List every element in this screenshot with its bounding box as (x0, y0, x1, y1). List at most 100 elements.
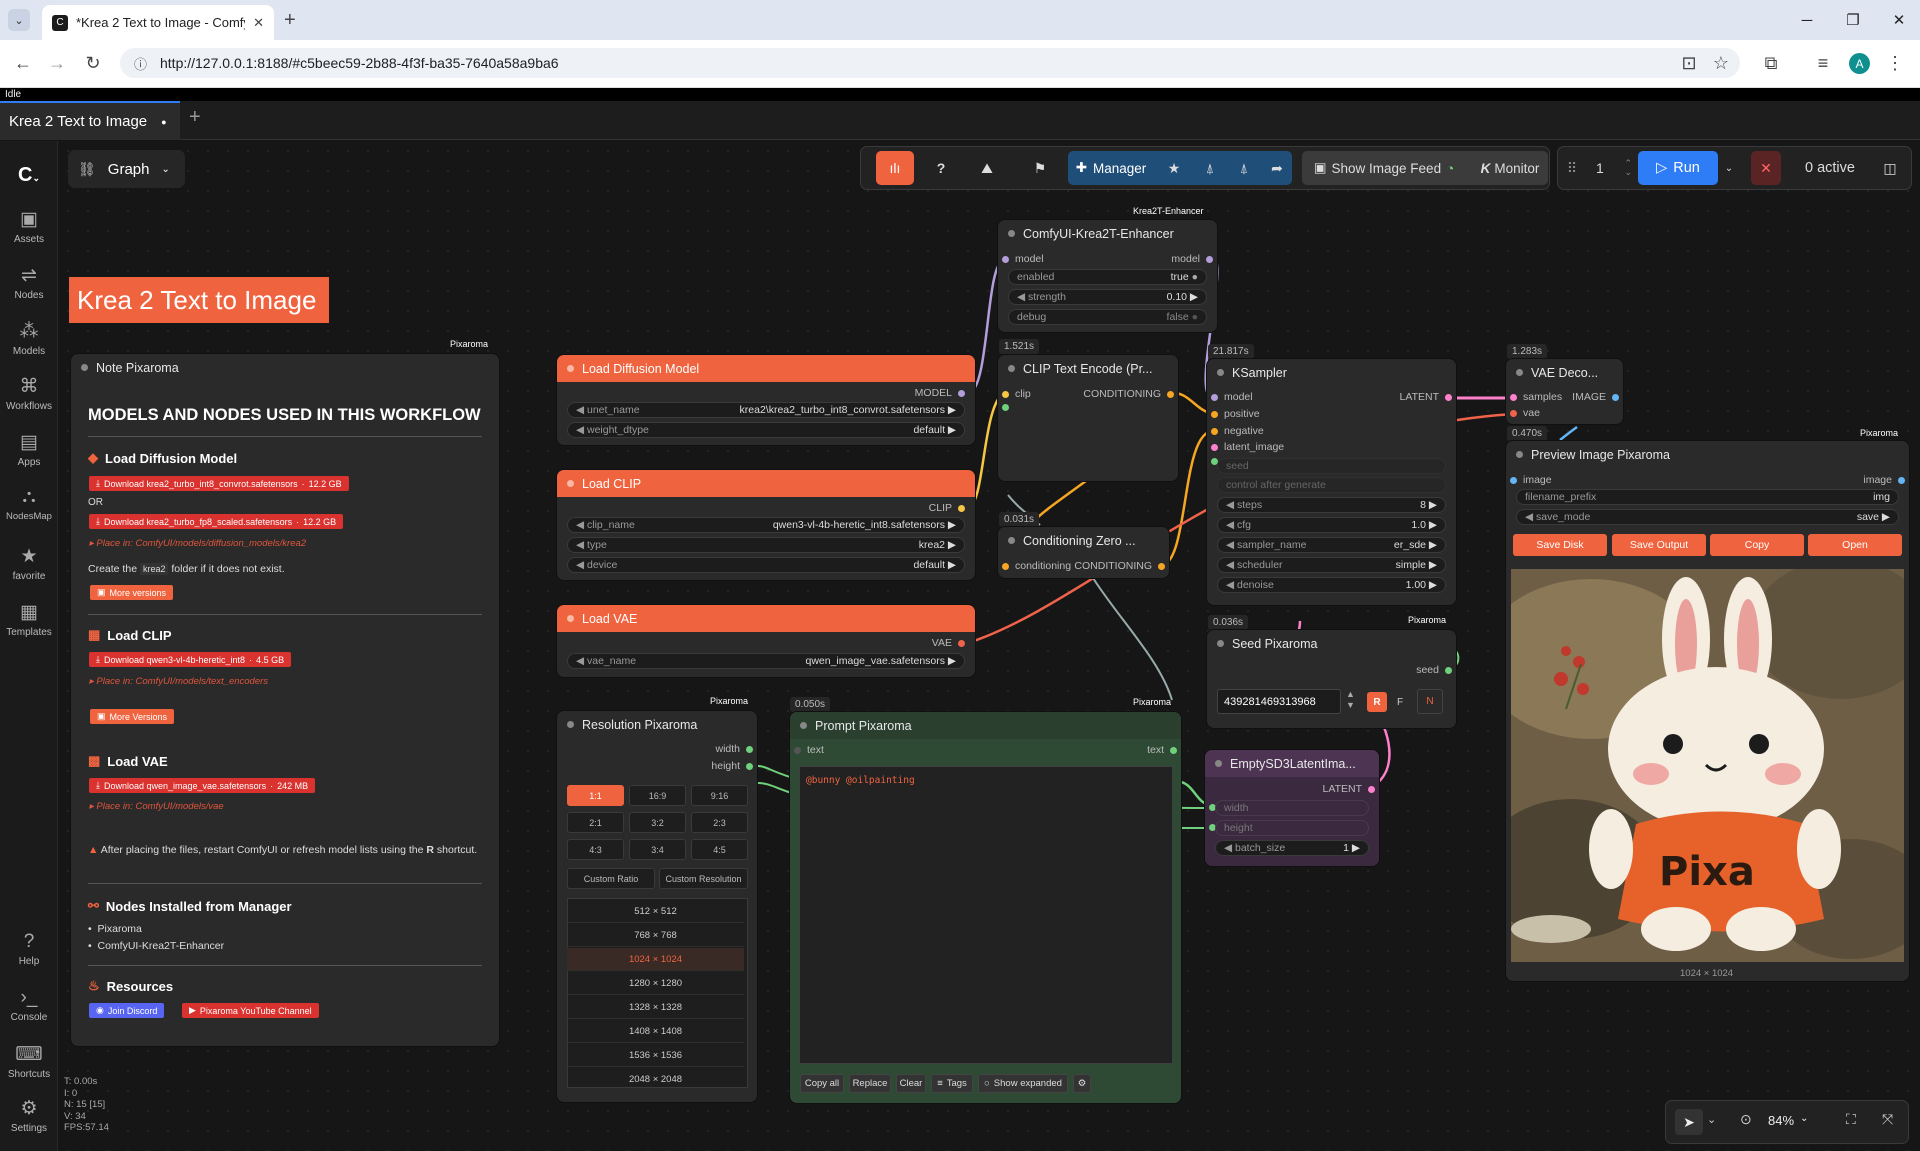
collapse-dot[interactable] (567, 615, 574, 622)
ratio-9-16-button[interactable]: 9:16 (691, 785, 748, 806)
collapse-dot[interactable] (1215, 760, 1222, 767)
slot-dot[interactable] (1510, 476, 1517, 484)
output-model[interactable]: MODEL (915, 387, 965, 399)
node-title[interactable]: Prompt Pixaroma (790, 712, 1181, 739)
drag-handle-icon[interactable]: ⠿ (1564, 151, 1580, 185)
slot-dot[interactable] (1445, 393, 1452, 401)
slot-dot[interactable] (1002, 255, 1009, 263)
output-vae[interactable]: VAE (932, 637, 965, 649)
sampler-name-select[interactable]: ◀ sampler_name er_sde ▶ (1217, 537, 1446, 553)
node-title[interactable]: Preview Image Pixaroma (1506, 441, 1909, 468)
slot-dot[interactable] (1002, 390, 1009, 398)
clip-text-encode-node[interactable]: CLIP Text Encode (Pr... clip CONDITIONIN… (998, 355, 1178, 481)
hide-links-icon[interactable]: ⤧ (1882, 1111, 1893, 1128)
output-image[interactable]: IMAGE (1572, 391, 1619, 403)
input-positive[interactable]: positive (1211, 408, 1260, 420)
vae-name-select[interactable]: ◀ vae_name qwen_image_vae.safetensors ▶ (567, 653, 965, 669)
collapse-dot[interactable] (1008, 230, 1015, 237)
output-height[interactable]: height (711, 760, 753, 772)
generated-image[interactable]: Pixa (1511, 569, 1904, 962)
input-negative[interactable]: negative (1211, 425, 1264, 437)
collapse-dot[interactable] (1516, 451, 1523, 458)
slot-dot[interactable] (1206, 255, 1213, 263)
output-conditioning[interactable]: CONDITIONING (1074, 560, 1165, 572)
select-tool-icon[interactable]: ➤ (1675, 1109, 1703, 1135)
slot-dot[interactable] (1368, 785, 1375, 793)
debug-toggle[interactable]: debug false ● (1008, 309, 1207, 325)
collapse-dot[interactable] (1008, 365, 1015, 372)
ratio-4-5-button[interactable]: 4:5 (691, 839, 748, 860)
output-seed[interactable]: seed (1416, 664, 1452, 676)
output-latent[interactable]: LATENT (1400, 391, 1452, 403)
slot-dot[interactable] (746, 762, 753, 770)
node-title[interactable]: KSampler (1207, 359, 1456, 386)
logo-icon[interactable]: ⛰ (968, 151, 1006, 185)
slot-dot[interactable] (958, 504, 965, 512)
download-krea2-fp8-link[interactable]: ⤓ Download krea2_turbo_fp8_scaled.safeten… (89, 514, 344, 529)
load-clip-node[interactable]: Load CLIP CLIP ◀ clip_name qwen3-vl-4b-he… (557, 470, 975, 580)
download-qwen3-link[interactable]: ⤓ Download qwen3-vl-4b-heretic_int8 · 4.5 G… (89, 652, 292, 667)
ratio-3-4-button[interactable]: 3:4 (629, 839, 686, 860)
slot-dot[interactable] (1510, 393, 1517, 401)
strength-number[interactable]: ◀ strength 0.10 ▶ (1008, 289, 1207, 305)
slot-dot[interactable] (958, 639, 965, 647)
input-conditioning[interactable]: conditioning (1002, 560, 1071, 572)
input-vae[interactable]: vae (1510, 407, 1540, 419)
ratio-2-1-button[interactable]: 2:1 (567, 812, 624, 833)
node-title[interactable]: Load Diffusion Model (557, 355, 975, 382)
batch-count-input[interactable]: 1 ⌃ ⌄ (1586, 151, 1636, 185)
gear-icon[interactable]: ⚙ (1073, 1074, 1091, 1093)
custom-resolution-button[interactable]: Custom Resolution (659, 868, 748, 889)
help-button-icon[interactable]: ? (925, 151, 957, 185)
model-a-icon[interactable]: ⍋ (1196, 151, 1224, 185)
resolution-option[interactable]: 1408 × 1408 (567, 1020, 744, 1043)
ratio-2-3-button[interactable]: 2:3 (691, 812, 748, 833)
seed-stepper-icon[interactable]: ▲ ▼ (1346, 689, 1355, 711)
run-options-chevron-icon[interactable]: ⌄ (1720, 151, 1738, 185)
unet-name-select[interactable]: ◀ unet_name krea2\krea2_turbo_int8_convro… (567, 402, 965, 418)
ksampler-node[interactable]: KSampler model positive negative latent_… (1207, 359, 1456, 605)
collapse-dot[interactable] (1217, 369, 1224, 376)
resolution-option-selected[interactable]: 1024 × 1024 (567, 948, 744, 971)
seed-value-input[interactable]: 439281469313968 (1217, 689, 1341, 714)
prompt-pixaroma-node[interactable]: Prompt Pixaroma text text @bunny @oilpai… (790, 712, 1181, 1103)
resolution-pixaroma-node[interactable]: Resolution Pixaroma width height 1:1 16:… (557, 711, 757, 1102)
output-latent[interactable]: LATENT (1323, 783, 1375, 795)
run-button[interactable]: ▷ Run (1638, 151, 1718, 185)
output-clip[interactable]: CLIP (929, 502, 965, 514)
slot-dot[interactable] (746, 745, 753, 753)
ratio-16-9-button[interactable]: 16:9 (629, 785, 686, 806)
collapse-dot[interactable] (1008, 537, 1015, 544)
slot-dot[interactable] (1211, 443, 1218, 451)
slot-dot[interactable] (1170, 746, 1177, 754)
more-versions-button-2[interactable]: ▣ More Versions (90, 709, 175, 724)
note-node-title[interactable]: Note Pixaroma (71, 354, 499, 381)
open-button[interactable]: Open (1808, 534, 1902, 556)
clear-button[interactable]: Clear (896, 1074, 926, 1093)
collapse-dot[interactable] (1217, 640, 1224, 647)
minimap-icon[interactable]: ⛶ (1846, 1111, 1856, 1128)
replace-button[interactable]: Replace (849, 1074, 891, 1093)
slot-dot[interactable] (1002, 404, 1009, 411)
fit-view-icon[interactable]: ⊙ (1740, 1111, 1752, 1128)
ratio-3-2-button[interactable]: 3:2 (629, 812, 686, 833)
input-text[interactable] (1002, 404, 1009, 411)
active-queue-button[interactable]: 0 active (1792, 151, 1868, 185)
slot-dot[interactable] (1158, 562, 1165, 570)
load-diffusion-model-node[interactable]: Load Diffusion Model MODEL ◀ unet_name kr… (557, 355, 975, 445)
manager-button[interactable]: ✚ Manager (1070, 151, 1152, 185)
share-icon[interactable]: ➦ (1263, 151, 1291, 185)
output-width[interactable]: width (715, 743, 753, 755)
resolution-option[interactable]: 2048 × 2048 (567, 1068, 744, 1091)
node-title[interactable]: Conditioning Zero ... (998, 527, 1169, 554)
load-vae-node[interactable]: Load VAE VAE ◀ vae_name qwen_image_vae.sa… (557, 605, 975, 677)
download-krea2-int8-link[interactable]: ⤓ Download krea2_turbo_int8_convrot.safet… (89, 476, 349, 491)
stepper-icon[interactable]: ⌃ ⌄ (1624, 159, 1632, 177)
save-disk-button[interactable]: Save Disk (1513, 534, 1607, 556)
clip-device-select[interactable]: ◀ device default ▶ (567, 557, 965, 573)
batch-size-number[interactable]: ◀ batch_size 1 ▶ (1215, 840, 1369, 856)
slot-dot[interactable] (1898, 476, 1905, 484)
collapse-dot[interactable] (81, 364, 88, 371)
monitor-button[interactable]: K Monitor (1476, 151, 1544, 185)
resolution-option[interactable]: 768 × 768 (567, 924, 744, 947)
